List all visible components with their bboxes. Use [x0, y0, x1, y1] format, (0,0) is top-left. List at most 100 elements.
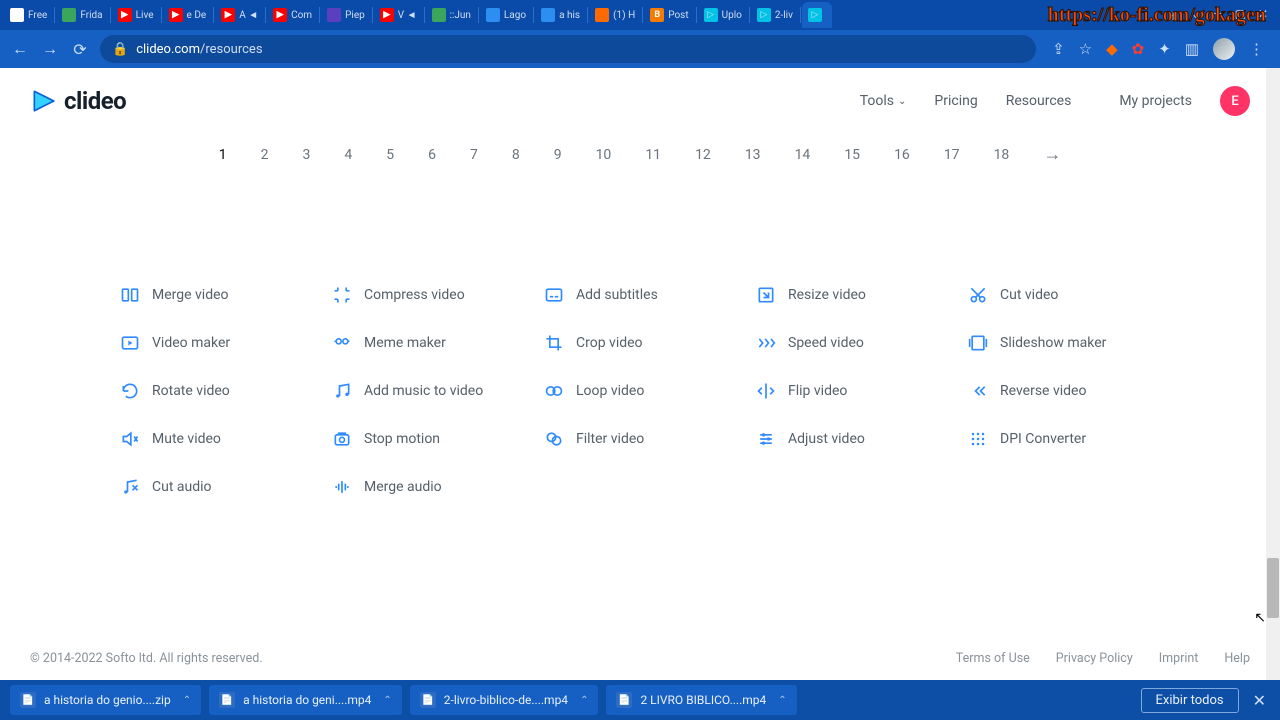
- page-number[interactable]: 18: [994, 147, 1010, 163]
- browser-tab[interactable]: ▷: [802, 2, 832, 28]
- tool-mergeaudio[interactable]: Merge audio: [332, 477, 524, 497]
- footer-imprint[interactable]: Imprint: [1159, 651, 1199, 666]
- chevron-up-icon[interactable]: ⌃: [774, 695, 786, 706]
- page-number[interactable]: 11: [645, 147, 661, 163]
- browser-tab[interactable]: a his: [535, 2, 586, 28]
- tool-merge[interactable]: Merge video: [120, 285, 312, 305]
- page-number[interactable]: 4: [344, 147, 352, 163]
- downloads-show-all-button[interactable]: Exibir todos: [1141, 688, 1239, 713]
- window-minimize[interactable]: —: [1213, 7, 1222, 24]
- download-item[interactable]: 📄2 LIVRO BIBLICO....mp4⌃: [606, 685, 796, 715]
- forward-button[interactable]: →: [40, 39, 60, 59]
- tool-mute[interactable]: Mute video: [120, 429, 312, 449]
- browser-tab[interactable]: Piep: [321, 2, 371, 28]
- browser-tab[interactable]: ▶V ◄: [374, 2, 423, 28]
- tool-stopmotion[interactable]: Stop motion: [332, 429, 524, 449]
- page-number[interactable]: 1: [219, 147, 227, 163]
- share-icon[interactable]: ⇪: [1052, 40, 1065, 58]
- page-number[interactable]: 7: [470, 147, 478, 163]
- browser-tab[interactable]: ▶Live: [112, 2, 160, 28]
- tool-loop[interactable]: Loop video: [544, 381, 736, 401]
- download-item[interactable]: 📄a historia do genio....zip⌃: [10, 685, 201, 715]
- vertical-scrollbar[interactable]: [1266, 68, 1280, 680]
- tool-filter[interactable]: Filter video: [544, 429, 736, 449]
- page-number[interactable]: 3: [302, 147, 310, 163]
- tool-cut[interactable]: Cut video: [968, 285, 1160, 305]
- page-number[interactable]: 5: [386, 147, 394, 163]
- browser-tab[interactable]: ▶A ◄: [215, 2, 264, 28]
- chevron-up-icon[interactable]: ⌃: [576, 695, 588, 706]
- new-tab-button[interactable]: ＋: [1167, 7, 1179, 24]
- site-logo[interactable]: clideo: [30, 87, 126, 115]
- page-number[interactable]: 12: [695, 147, 711, 163]
- page-number[interactable]: 17: [944, 147, 960, 163]
- back-button[interactable]: ←: [10, 39, 30, 59]
- page-number[interactable]: 13: [745, 147, 761, 163]
- nav-tools[interactable]: Tools ⌄: [860, 93, 907, 109]
- tool-subtitles[interactable]: Add subtitles: [544, 285, 736, 305]
- chevron-up-icon[interactable]: ⌃: [379, 695, 391, 706]
- scrollbar-thumb[interactable]: [1267, 558, 1279, 618]
- tool-compress[interactable]: Compress video: [332, 285, 524, 305]
- page-number[interactable]: 10: [596, 147, 612, 163]
- browser-tab[interactable]: (1) H: [589, 2, 641, 28]
- side-panel-icon[interactable]: ▥: [1185, 40, 1199, 58]
- chevron-up-icon[interactable]: ⌃: [179, 695, 191, 706]
- page-number[interactable]: 14: [795, 147, 811, 163]
- downloads-close-button[interactable]: ✕: [1249, 691, 1270, 710]
- tool-speed[interactable]: Speed video: [756, 333, 948, 353]
- tab-favicon: ▷: [757, 8, 771, 22]
- browser-tab[interactable]: ▷Uplo: [698, 2, 748, 28]
- logo-icon: [30, 88, 56, 114]
- page-number[interactable]: 9: [554, 147, 562, 163]
- page-number[interactable]: 16: [894, 147, 910, 163]
- window-close[interactable]: ✕: [1258, 7, 1268, 24]
- footer-privacy[interactable]: Privacy Policy: [1056, 651, 1133, 666]
- tool-adjust[interactable]: Adjust video: [756, 429, 948, 449]
- tool-flip[interactable]: Flip video: [756, 381, 948, 401]
- footer-help[interactable]: Help: [1224, 651, 1250, 666]
- extension-icon-2[interactable]: ✿: [1132, 40, 1145, 58]
- extensions-button[interactable]: ✦: [1158, 40, 1171, 58]
- footer-terms[interactable]: Terms of Use: [956, 651, 1030, 666]
- tool-meme[interactable]: Meme maker: [332, 333, 524, 353]
- pagination-next[interactable]: →: [1043, 144, 1061, 165]
- page-number[interactable]: 15: [844, 147, 860, 163]
- page-number[interactable]: 6: [428, 147, 436, 163]
- tool-reverse[interactable]: Reverse video: [968, 381, 1160, 401]
- browser-tab[interactable]: ▶e De: [163, 2, 213, 28]
- tool-dpi[interactable]: DPI Converter: [968, 429, 1160, 449]
- tool-crop[interactable]: Crop video: [544, 333, 736, 353]
- window-maximize[interactable]: ▢: [1235, 7, 1246, 24]
- nav-my-projects[interactable]: My projects: [1119, 93, 1192, 109]
- browser-tab[interactable]: BPost: [644, 2, 694, 28]
- flip-icon: [756, 381, 776, 401]
- extension-icon-1[interactable]: ◆: [1106, 40, 1118, 58]
- download-item[interactable]: 📄2-livro-biblico-de....mp4⌃: [410, 685, 599, 715]
- browser-tab[interactable]: ▶Com: [267, 2, 318, 28]
- tab-favicon: [486, 8, 500, 22]
- bookmark-icon[interactable]: ☆: [1079, 40, 1092, 58]
- tool-rotate[interactable]: Rotate video: [120, 381, 312, 401]
- tool-music[interactable]: Add music to video: [332, 381, 524, 401]
- page-number[interactable]: 2: [261, 147, 269, 163]
- tool-slideshow[interactable]: Slideshow maker: [968, 333, 1160, 353]
- user-avatar[interactable]: E: [1220, 86, 1250, 116]
- tool-resize[interactable]: Resize video: [756, 285, 948, 305]
- tool-cutaudio[interactable]: Cut audio: [120, 477, 312, 497]
- nav-resources[interactable]: Resources: [1006, 93, 1072, 109]
- download-item[interactable]: 📄a historia do geni....mp4⌃: [209, 685, 402, 715]
- browser-tab[interactable]: Free: [4, 2, 53, 28]
- browser-tab[interactable]: ▷2-liv: [751, 2, 799, 28]
- tool-maker[interactable]: Video maker: [120, 333, 312, 353]
- browser-tab[interactable]: Lago: [480, 2, 532, 28]
- browser-tab[interactable]: Frida: [56, 2, 108, 28]
- nav-pricing[interactable]: Pricing: [934, 93, 977, 109]
- chrome-menu-icon[interactable]: ⋮: [1249, 40, 1264, 58]
- page-number[interactable]: 8: [512, 147, 520, 163]
- reload-button[interactable]: ⟳: [70, 40, 90, 59]
- address-bar[interactable]: 🔒 clideo.com/resources: [100, 35, 1036, 63]
- browser-tab[interactable]: ::Jun: [426, 2, 477, 28]
- tab-overflow-button[interactable]: ⌄: [1191, 7, 1201, 24]
- profile-avatar[interactable]: [1213, 38, 1235, 60]
